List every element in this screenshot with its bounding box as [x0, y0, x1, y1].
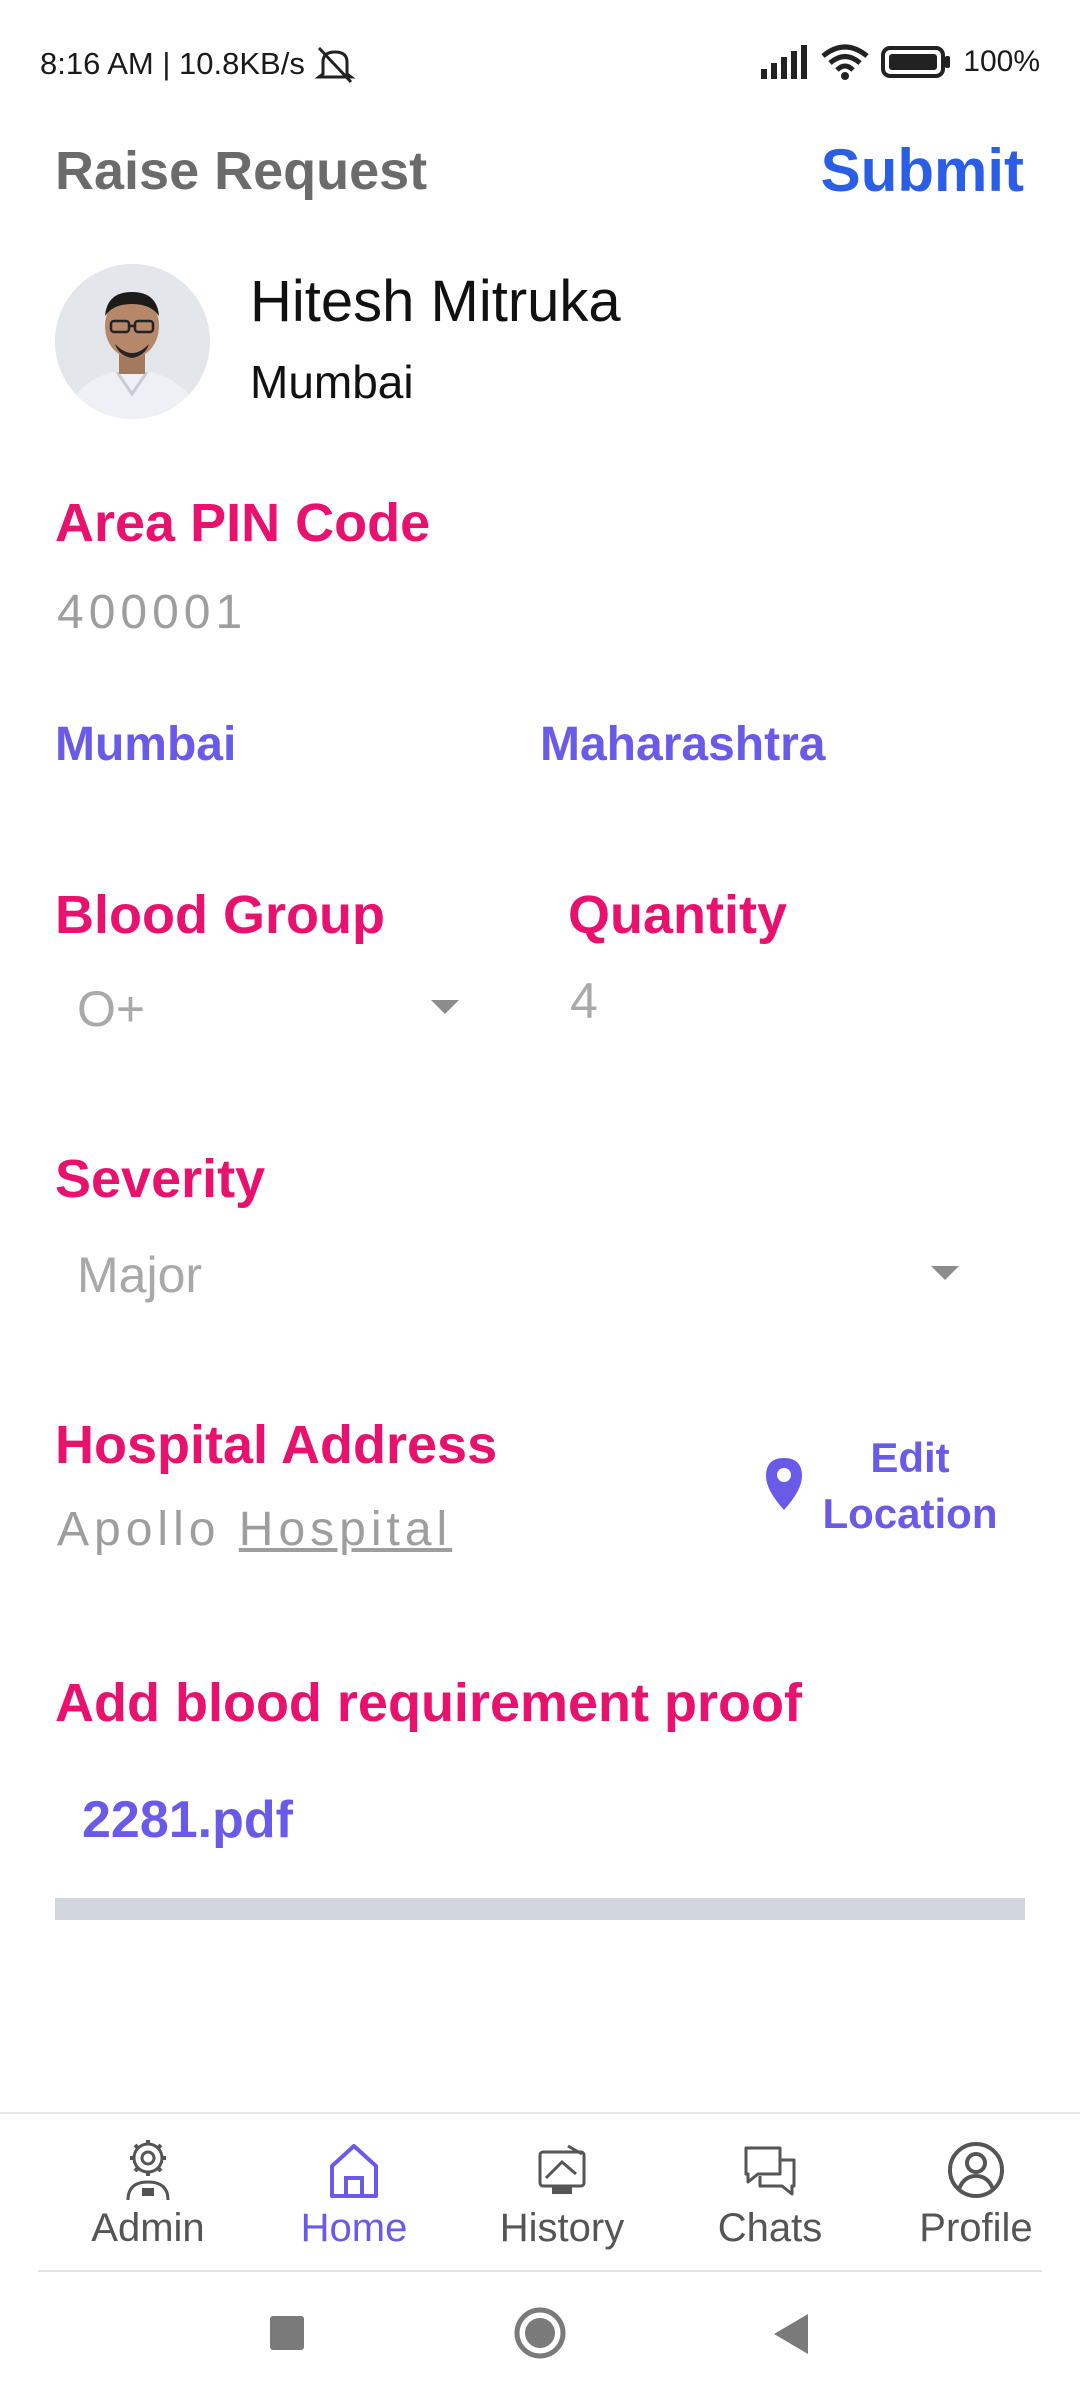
area-pin-label: Area PIN Code [55, 493, 431, 553]
nav-admin[interactable]: Admin [58, 2138, 238, 2251]
user-city: Mumbai [250, 356, 414, 408]
hospital-address-part1: Apollo [57, 1503, 221, 1556]
nav-chats[interactable]: Chats [680, 2138, 860, 2251]
submit-button[interactable]: Submit [821, 136, 1024, 205]
nav-history[interactable]: History [472, 2138, 652, 2251]
upload-progress-bar [55, 1898, 1025, 1920]
quantity-label: Quantity [568, 885, 788, 945]
nav-chats-label: Chats [717, 2206, 823, 2250]
blood-group-value: O+ [77, 981, 146, 1037]
chevron-down-icon [931, 1266, 959, 1280]
blood-group-label: Blood Group [55, 885, 385, 945]
home-circle-button-icon[interactable] [513, 2306, 567, 2360]
nav-history-label: History [499, 2206, 625, 2250]
bottom-nav: Admin Home History Chats Profile [0, 2112, 1080, 2272]
edit-location-button[interactable]: Edit Location [760, 1430, 1010, 1540]
wifi-icon [821, 44, 869, 80]
severity-label: Severity [55, 1149, 266, 1209]
nav-admin-label: Admin [91, 2206, 205, 2250]
area-pin-input[interactable]: 400001 [57, 585, 247, 640]
back-button-icon[interactable] [770, 2312, 810, 2356]
quantity-input[interactable]: 4 [570, 972, 1010, 1036]
pin-state: Maharashtra [540, 718, 826, 771]
hospital-address-input[interactable]: Apollo Hospital [57, 1502, 452, 1557]
admin-gear-icon [126, 2140, 170, 2201]
proof-file-name[interactable]: 2281.pdf [82, 1790, 293, 1850]
system-nav-bar [0, 2272, 1080, 2400]
home-icon [330, 2144, 378, 2198]
severity-value: Major [77, 1247, 203, 1303]
nav-profile-label: Profile [919, 2206, 1033, 2250]
profile-icon [948, 2142, 1004, 2198]
battery-percent: 100% [963, 45, 1040, 78]
status-time: 8:16 AM | 10.8KB/s [40, 46, 305, 81]
chevron-down-icon [431, 1000, 459, 1014]
battery-icon [881, 46, 951, 78]
pin-city: Mumbai [55, 718, 237, 771]
signal-icon [761, 45, 808, 79]
edit-location-label: Edit Location [822, 1434, 998, 1537]
blood-group-select[interactable]: O+ [55, 972, 475, 1042]
page-title: Raise Request [55, 141, 428, 201]
recents-button-icon[interactable] [270, 2316, 304, 2350]
chats-icon [744, 2146, 796, 2196]
hospital-address-label: Hospital Address [55, 1415, 498, 1475]
muted-bell-icon [314, 46, 356, 84]
hospital-address-part2: Hospital [238, 1503, 453, 1556]
nav-home[interactable]: Home [264, 2138, 444, 2251]
avatar [55, 264, 210, 419]
nav-home-label: Home [300, 2206, 408, 2250]
severity-select[interactable]: Major [55, 1236, 975, 1308]
status-bar-left: 8:16 AM | 10.8KB/s [40, 44, 357, 84]
history-icon [538, 2144, 586, 2194]
nav-profile[interactable]: Profile [886, 2138, 1066, 2251]
upload-progress-fill [55, 1898, 1025, 1920]
status-bar-right: 100% [759, 44, 1040, 80]
proof-label: Add blood requirement proof [55, 1673, 802, 1733]
user-name: Hitesh Mitruka [250, 269, 621, 334]
location-pin-icon [766, 1458, 802, 1510]
